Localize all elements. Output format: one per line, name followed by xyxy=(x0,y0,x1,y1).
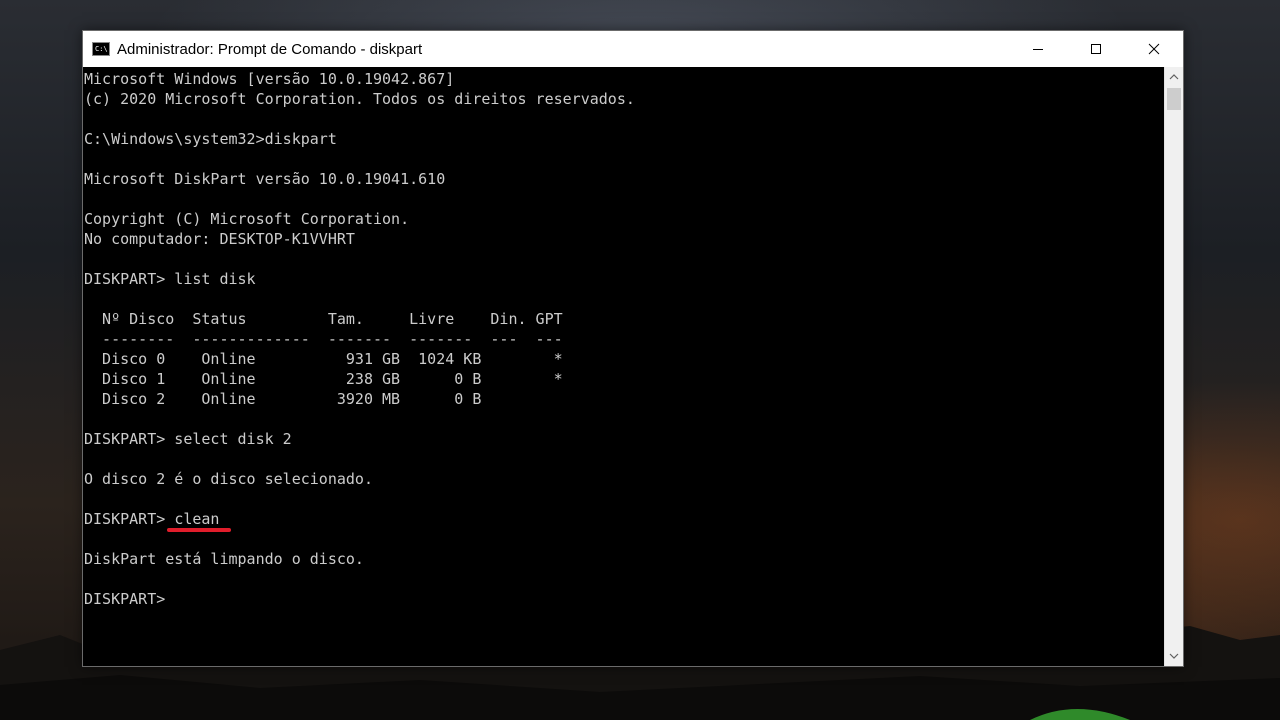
scroll-up-button[interactable] xyxy=(1165,67,1183,87)
console-line: DISKPART> xyxy=(84,590,166,608)
title-bar[interactable]: C:\ Administrador: Prompt de Comando - d… xyxy=(83,31,1183,67)
vertical-scrollbar[interactable] xyxy=(1164,67,1183,666)
console-line: No computador: DESKTOP-K1VVHRT xyxy=(84,230,355,248)
console-line: Copyright (C) Microsoft Corporation. xyxy=(84,210,410,228)
console-line: DISKPART> select disk 2 xyxy=(84,430,292,448)
command-prompt-window[interactable]: C:\ Administrador: Prompt de Comando - d… xyxy=(82,30,1184,667)
close-icon xyxy=(1148,43,1160,55)
chevron-down-icon xyxy=(1169,653,1179,659)
window-controls xyxy=(1009,31,1183,67)
scroll-down-button[interactable] xyxy=(1165,646,1183,666)
console-line: -------- ------------- ------- ------- -… xyxy=(84,330,563,348)
minimize-icon xyxy=(1033,49,1043,50)
console-line: Disco 0 Online 931 GB 1024 KB * xyxy=(84,350,563,368)
cmd-icon-glyph: C:\ xyxy=(95,45,108,53)
console-line: Microsoft DiskPart versão 10.0.19041.610 xyxy=(84,170,446,188)
console-line: C:\Windows\system32>diskpart xyxy=(84,130,337,148)
console-line: DISKPART> list disk xyxy=(84,270,256,288)
console-line: Disco 1 Online 238 GB 0 B * xyxy=(84,370,563,388)
console-prompt: DISKPART> xyxy=(84,510,175,528)
maximize-button[interactable] xyxy=(1067,31,1125,67)
console-line: O disco 2 é o disco selecionado. xyxy=(84,470,373,488)
close-button[interactable] xyxy=(1125,31,1183,67)
console-line: DiskPart está limpando o disco. xyxy=(84,550,364,568)
highlighted-command-text: clean xyxy=(174,510,220,528)
console-line: DISKPART> clean xyxy=(84,509,635,532)
console-line: Microsoft Windows [versão 10.0.19042.867… xyxy=(84,70,455,88)
console-line: Disco 2 Online 3920 MB 0 B xyxy=(84,390,482,408)
console-line: (c) 2020 Microsoft Corporation. Todos os… xyxy=(84,90,635,108)
window-title: Administrador: Prompt de Comando - diskp… xyxy=(117,40,423,58)
highlighted-command: clean xyxy=(167,509,232,532)
cmd-icon: C:\ xyxy=(92,42,110,56)
maximize-icon xyxy=(1091,44,1101,54)
console-output[interactable]: Microsoft Windows [versão 10.0.19042.867… xyxy=(83,67,1164,666)
console-lines: Microsoft Windows [versão 10.0.19042.867… xyxy=(84,69,635,609)
console-line: Nº Disco Status Tam. Livre Din. GPT xyxy=(84,310,563,328)
scroll-thumb[interactable] xyxy=(1167,88,1181,110)
chevron-up-icon xyxy=(1169,74,1179,80)
minimize-button[interactable] xyxy=(1009,31,1067,67)
